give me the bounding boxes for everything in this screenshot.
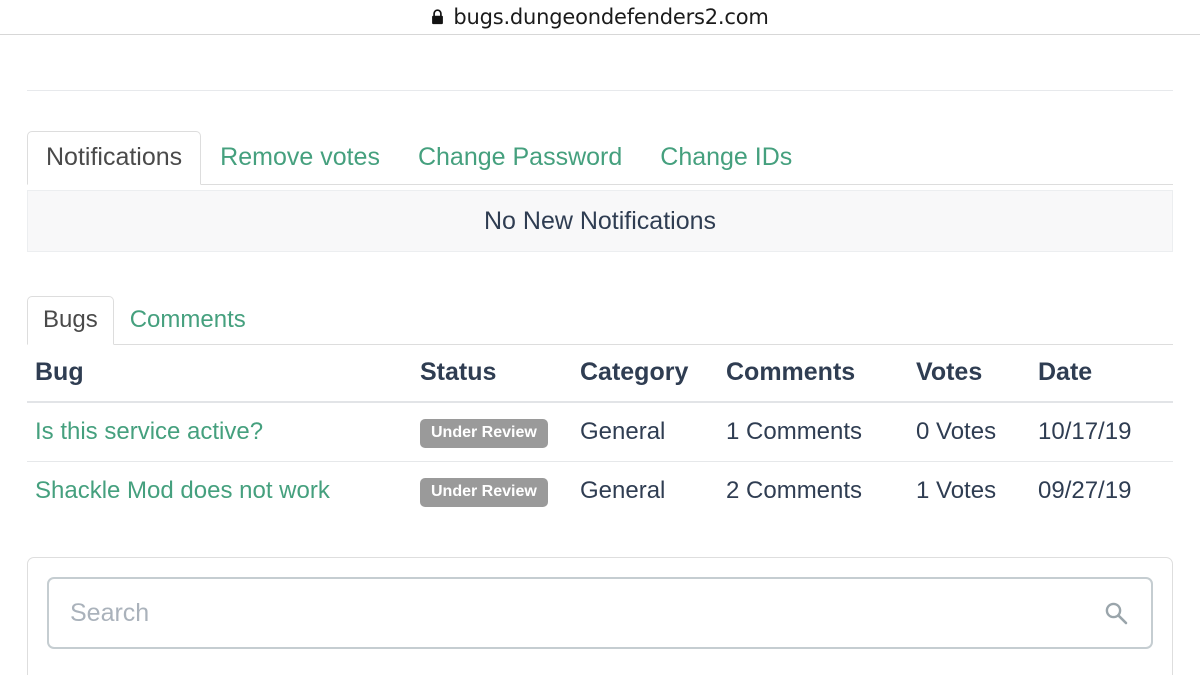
url-text: bugs.dungeondefenders2.com <box>453 5 769 29</box>
bug-comments-cell: 2 Comments <box>718 461 908 520</box>
browser-url-bar[interactable]: bugs.dungeondefenders2.com <box>0 0 1200 35</box>
bug-title-link[interactable]: Shackle Mod does not work <box>35 477 330 504</box>
bug-title-cell: Is this service active? <box>27 401 412 462</box>
tab-change-ids[interactable]: Change IDs <box>641 131 811 185</box>
column-header-comments[interactable]: Comments <box>718 352 908 403</box>
no-notifications-message: No New Notifications <box>483 206 717 235</box>
url-display[interactable]: bugs.dungeondefenders2.com <box>431 5 769 29</box>
lock-icon <box>431 9 444 25</box>
column-header-status[interactable]: Status <box>412 352 572 403</box>
bug-category-cell: General <box>572 461 718 520</box>
bug-title-link[interactable]: Is this service active? <box>35 418 263 445</box>
tab-notifications[interactable]: Notifications <box>27 131 202 185</box>
section-divider <box>27 90 1173 91</box>
bug-status-cell: Under Review <box>412 461 572 520</box>
column-header-date[interactable]: Date <box>1030 352 1173 403</box>
bug-votes-cell: 0 Votes <box>908 401 1030 462</box>
bug-comments-cell: 1 Comments <box>718 401 908 462</box>
page-content: Xbox Gamertag: Notifications Remove vote… <box>0 0 1200 675</box>
bug-table: Bug Status Category Comments Votes Date … <box>27 352 1173 520</box>
bug-date-cell: 09/27/19 <box>1030 461 1173 520</box>
search-input[interactable] <box>49 598 1151 628</box>
bug-date-cell: 10/17/19 <box>1030 401 1173 462</box>
table-header-row: Bug Status Category Comments Votes Date <box>27 352 1173 403</box>
search-field[interactable] <box>47 577 1153 649</box>
tab-comments[interactable]: Comments <box>114 296 262 345</box>
tab-bugs[interactable]: Bugs <box>27 296 114 345</box>
column-header-bug[interactable]: Bug <box>27 352 412 403</box>
table-row: Is this service active? Under Review Gen… <box>27 401 1173 462</box>
bug-category-cell: General <box>572 401 718 462</box>
list-tab-strip: Bugs Comments <box>27 292 1173 345</box>
status-badge: Under Review <box>420 419 548 448</box>
table-row: Shackle Mod does not work Under Review G… <box>27 461 1173 520</box>
bug-status-cell: Under Review <box>412 401 572 462</box>
bug-votes-cell: 1 Votes <box>908 461 1030 520</box>
bug-title-cell: Shackle Mod does not work <box>27 461 412 520</box>
notifications-panel: No New Notifications <box>27 190 1173 252</box>
status-badge: Under Review <box>420 478 548 507</box>
tab-change-password[interactable]: Change Password <box>399 131 641 185</box>
tab-remove-votes[interactable]: Remove votes <box>201 131 399 185</box>
column-header-category[interactable]: Category <box>572 352 718 403</box>
account-tab-strip: Notifications Remove votes Change Passwo… <box>27 128 1173 185</box>
column-header-votes[interactable]: Votes <box>908 352 1030 403</box>
search-panel <box>27 557 1173 675</box>
